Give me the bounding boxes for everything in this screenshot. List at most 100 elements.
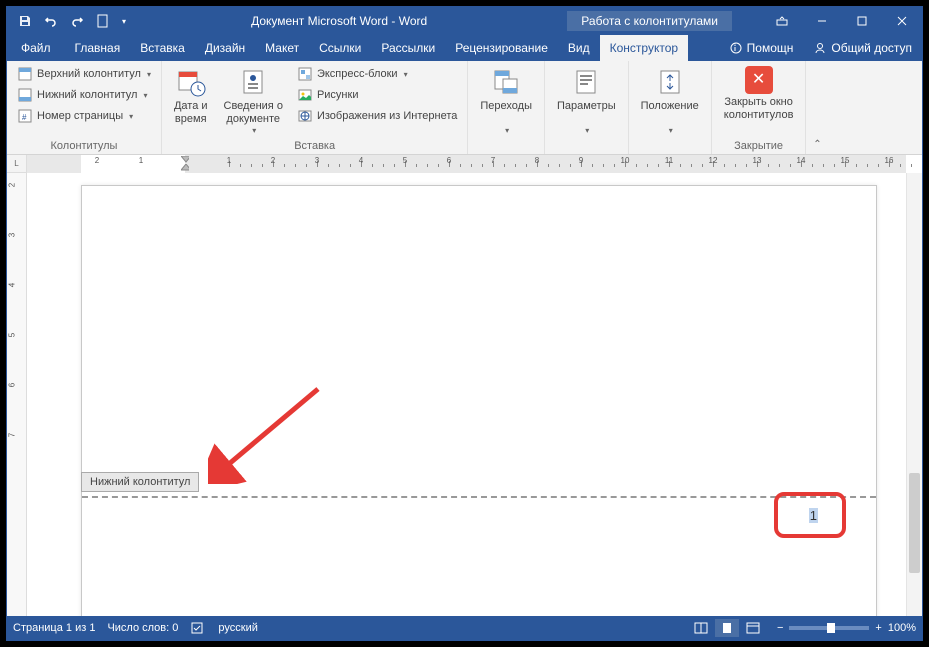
share-label: Общий доступ: [831, 41, 912, 55]
horizontal-ruler[interactable]: 1234567891011121314151617 12: [27, 155, 906, 173]
tab-mailings[interactable]: Рассылки: [371, 35, 445, 61]
tab-home[interactable]: Главная: [65, 35, 131, 61]
options-button[interactable]: Параметры▾: [551, 64, 622, 138]
chevron-down-icon: ▾: [404, 70, 408, 79]
save-icon[interactable]: [13, 9, 37, 33]
scrollbar-thumb[interactable]: [909, 473, 920, 573]
chevron-down-icon: ▾: [252, 126, 256, 136]
new-doc-icon[interactable]: [91, 9, 115, 33]
tab-design[interactable]: Дизайн: [195, 35, 255, 61]
footer-boundary: [82, 496, 876, 498]
group-navigation: Переходы▾: [468, 61, 545, 154]
pictures-icon: [297, 87, 313, 103]
status-word-count[interactable]: Число слов: 0: [107, 622, 178, 634]
svg-text:#: #: [22, 113, 27, 122]
page-number-icon: #: [17, 108, 33, 124]
group-label: Закрытие: [718, 138, 800, 152]
chevron-down-icon: ▾: [129, 112, 133, 121]
page-number-button[interactable]: #Номер страницы▾: [13, 106, 155, 126]
collapse-ribbon-icon[interactable]: ⌃: [806, 61, 828, 154]
footer-label-tab[interactable]: Нижний колонтитул: [81, 472, 199, 492]
chevron-down-icon: ▾: [505, 126, 509, 136]
goto-icon: [490, 66, 522, 98]
ribbon-tabs: Файл Главная Вставка Дизайн Макет Ссылки…: [7, 35, 922, 61]
footer-icon: [17, 87, 33, 103]
print-layout-icon[interactable]: [715, 619, 739, 637]
tab-layout[interactable]: Макет: [255, 35, 309, 61]
ruler-corner[interactable]: L: [7, 155, 27, 173]
statusbar: Страница 1 из 1 Число слов: 0 русский − …: [7, 616, 922, 640]
web-layout-icon[interactable]: [741, 619, 765, 637]
zoom-in-icon[interactable]: +: [875, 622, 881, 634]
minimize-icon[interactable]: [802, 11, 842, 31]
read-mode-icon[interactable]: [689, 619, 713, 637]
tab-designer-context[interactable]: Конструктор: [600, 35, 688, 61]
date-time-icon: [175, 66, 207, 98]
goto-button[interactable]: Переходы▾: [474, 64, 538, 138]
contextual-tab-label: Работа с колонтитулами: [567, 11, 732, 31]
doc-info-button[interactable]: Сведения о документе▾: [218, 64, 289, 138]
ribbon: Верхний колонтитул▾ Нижний колонтитул▾ #…: [7, 61, 922, 155]
header-button[interactable]: Верхний колонтитул▾: [13, 64, 155, 84]
footer-button[interactable]: Нижний колонтитул▾: [13, 85, 155, 105]
vertical-ruler[interactable]: 234567: [7, 173, 27, 616]
tell-me-label: Помощн: [747, 41, 794, 55]
group-close: ✕ Закрыть окно колонтитулов Закрытие: [712, 61, 807, 154]
position-icon: [654, 66, 686, 98]
group-label: Колонтитулы: [13, 138, 155, 152]
chevron-down-icon: ▾: [147, 70, 151, 79]
date-time-button[interactable]: Дата и время: [168, 64, 214, 128]
pictures-button[interactable]: Рисунки: [293, 85, 461, 105]
titlebar: ▾ Документ Microsoft Word - Word Работа …: [7, 7, 922, 35]
chevron-down-icon: ▾: [585, 126, 589, 136]
tell-me-button[interactable]: Помощн: [719, 41, 804, 55]
spellcheck-icon[interactable]: [190, 621, 206, 635]
group-insert: Дата и время Сведения о документе▾ Экспр…: [162, 61, 468, 154]
page[interactable]: Нижний колонтитул 1: [81, 185, 877, 616]
tab-view[interactable]: Вид: [558, 35, 600, 61]
annotation-highlight: [774, 492, 846, 538]
annotation-arrow-icon: [208, 384, 328, 484]
quick-access-toolbar: ▾: [7, 9, 131, 33]
undo-icon[interactable]: [39, 9, 63, 33]
close-header-footer-button[interactable]: ✕ Закрыть окно колонтитулов: [718, 64, 800, 124]
close-icon[interactable]: [882, 11, 922, 31]
qat-dropdown-icon[interactable]: ▾: [117, 9, 131, 33]
tab-references[interactable]: Ссылки: [309, 35, 371, 61]
group-position: Положение▾: [629, 61, 712, 154]
tab-review[interactable]: Рецензирование: [445, 35, 558, 61]
options-icon: [570, 66, 602, 98]
document-canvas[interactable]: Нижний колонтитул 1: [27, 173, 906, 616]
tab-insert[interactable]: Вставка: [130, 35, 195, 61]
left-indent-icon[interactable]: [181, 164, 189, 172]
doc-info-icon: [237, 66, 269, 98]
document-workspace: L 1234567891011121314151617 12 234567 Ни…: [7, 155, 922, 616]
header-icon: [17, 66, 33, 82]
status-language[interactable]: русский: [218, 622, 257, 634]
quick-parts-button[interactable]: Экспресс-блоки▾: [293, 64, 461, 84]
zoom-control: − + 100%: [777, 622, 916, 634]
share-button[interactable]: Общий доступ: [803, 41, 922, 55]
zoom-slider[interactable]: [789, 626, 869, 630]
position-button[interactable]: Положение▾: [635, 64, 705, 138]
online-pictures-icon: [297, 108, 313, 124]
first-line-indent-icon[interactable]: [181, 156, 189, 164]
online-pictures-button[interactable]: Изображения из Интернета: [293, 106, 461, 126]
hruler-right-area: 1234567891011121314151617: [185, 155, 906, 173]
window-controls: [762, 11, 922, 31]
zoom-level[interactable]: 100%: [888, 622, 916, 634]
ribbon-options-icon[interactable]: [762, 11, 802, 31]
vertical-scrollbar[interactable]: [906, 173, 922, 616]
window-title: Документ Microsoft Word - Word: [131, 14, 567, 28]
group-label: Вставка: [168, 138, 461, 152]
zoom-out-icon[interactable]: −: [777, 622, 783, 634]
tab-file[interactable]: Файл: [7, 35, 65, 61]
quick-parts-icon: [297, 66, 313, 82]
chevron-down-icon: ▾: [669, 126, 673, 136]
view-mode-buttons: [689, 619, 765, 637]
group-options: Параметры▾: [545, 61, 629, 154]
status-page[interactable]: Страница 1 из 1: [13, 622, 95, 634]
maximize-icon[interactable]: [842, 11, 882, 31]
redo-icon[interactable]: [65, 9, 89, 33]
close-x-icon: ✕: [745, 66, 773, 94]
